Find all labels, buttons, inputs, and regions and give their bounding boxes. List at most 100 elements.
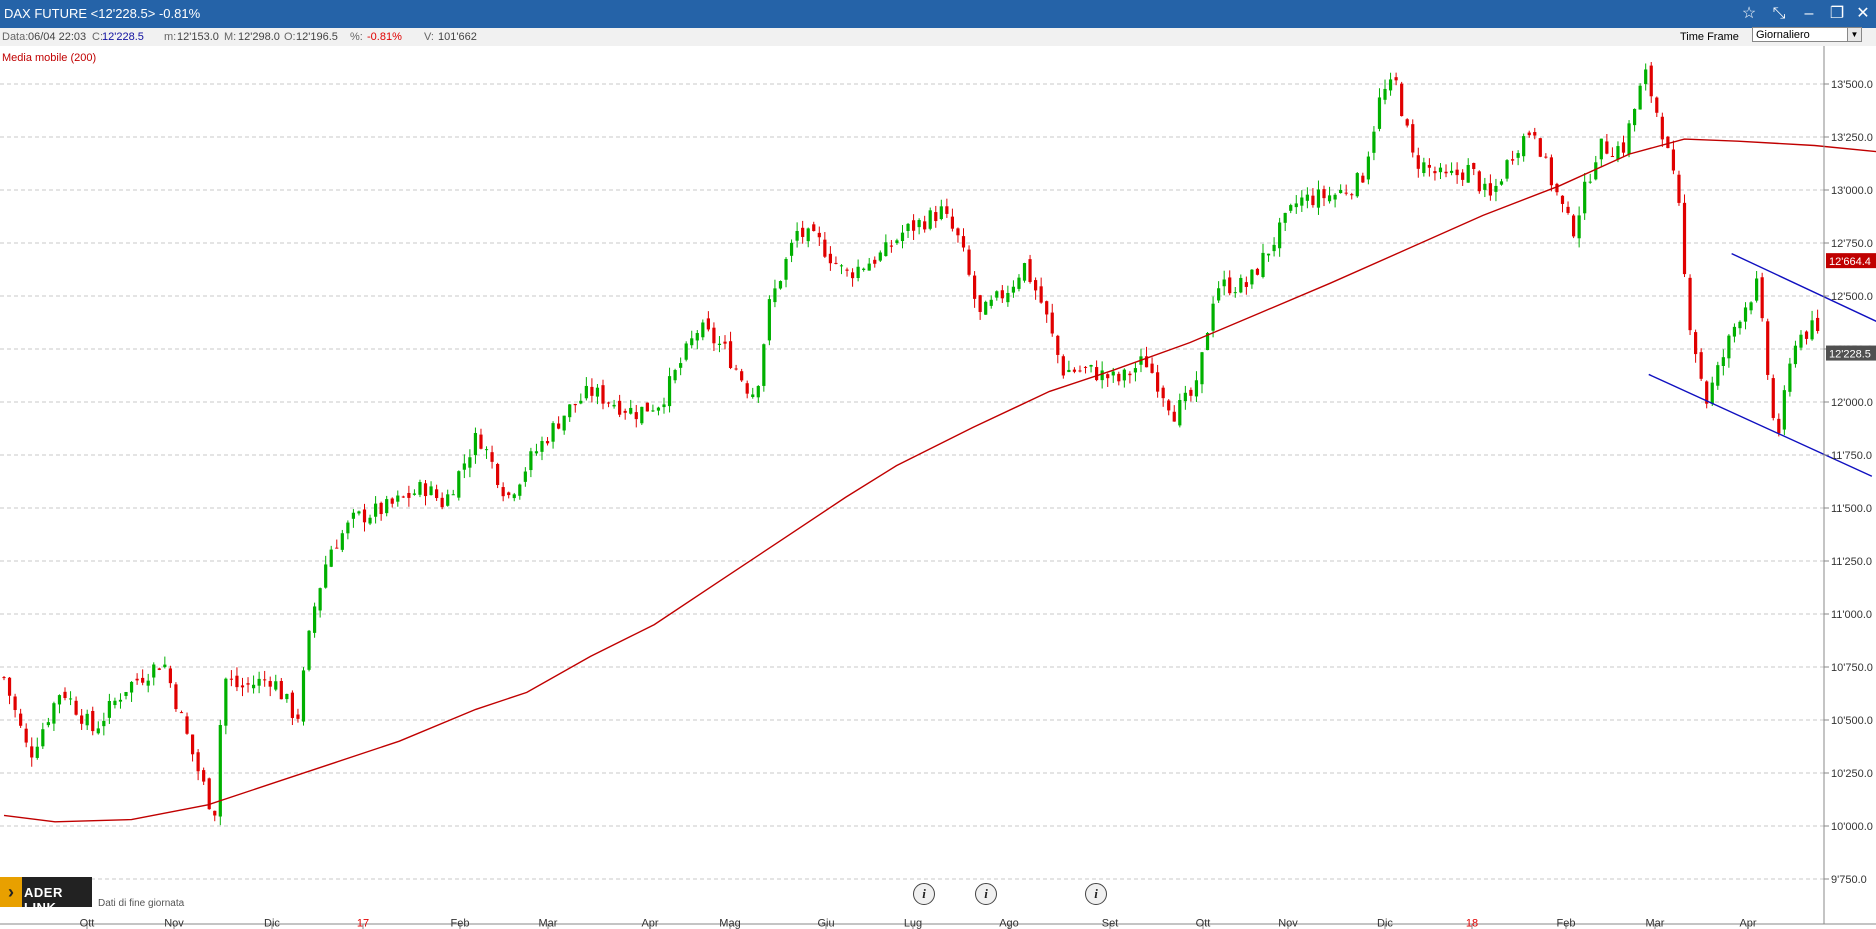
- date-value: 06/04 22:03: [28, 31, 87, 43]
- candle-body: [412, 493, 417, 495]
- candle-body: [695, 333, 699, 341]
- candle-body: [778, 281, 783, 289]
- candle-body: [889, 245, 893, 247]
- star-icon[interactable]: ☆: [1736, 2, 1762, 26]
- candle-body: [268, 681, 272, 687]
- candle-body: [246, 683, 250, 685]
- candle-body: [745, 383, 749, 394]
- candle-body: [1039, 286, 1043, 303]
- candle-body: [1122, 369, 1126, 381]
- close-icon[interactable]: ✕: [1850, 2, 1876, 26]
- candle-body: [46, 722, 50, 726]
- candle-body: [290, 692, 295, 718]
- candle-body: [978, 295, 982, 312]
- candle-body: [1760, 277, 1764, 319]
- info-icon[interactable]: i: [1085, 883, 1107, 905]
- candle-body: [107, 701, 111, 718]
- candle-body: [1411, 124, 1415, 153]
- candle-body: [152, 664, 156, 678]
- candle-body: [346, 522, 350, 534]
- candle-body: [645, 402, 649, 412]
- candle-body: [900, 232, 905, 242]
- volume-value: 101'662: [438, 31, 477, 43]
- candle-body: [1727, 335, 1731, 359]
- candle-body: [1327, 195, 1332, 202]
- candle-body: [612, 404, 616, 407]
- candle-body: [1056, 335, 1060, 355]
- candle-body: [335, 547, 339, 549]
- candle-body: [168, 668, 172, 684]
- candle-body: [1239, 277, 1243, 293]
- candle-body: [7, 677, 12, 696]
- candle-body: [418, 482, 422, 495]
- candle-body: [379, 502, 383, 515]
- x-tick-label: Dic: [264, 918, 280, 929]
- candle-body: [1294, 203, 1298, 208]
- candle-body: [756, 386, 760, 398]
- candle-body: [1566, 206, 1570, 213]
- candle-body: [512, 494, 516, 499]
- candle-body: [823, 239, 827, 257]
- candle-body: [1305, 194, 1309, 201]
- candle-body: [917, 220, 921, 228]
- candle-body: [1677, 174, 1681, 203]
- candle-body: [1777, 418, 1781, 434]
- candle-body: [385, 499, 389, 514]
- candle-body: [373, 503, 378, 517]
- y-tick-label: 10'500.0: [1831, 715, 1873, 727]
- candle-body: [1477, 171, 1481, 192]
- candle-body: [1311, 195, 1315, 206]
- candle-body: [1100, 370, 1104, 381]
- candle-body: [762, 344, 766, 386]
- minimize-icon[interactable]: –: [1796, 2, 1822, 26]
- timeframe-select[interactable]: Giornaliero ▼: [1752, 27, 1862, 42]
- candle-body: [1333, 194, 1337, 200]
- candle-body: [157, 668, 161, 670]
- candle-body: [928, 210, 932, 229]
- y-tick-label: 10'750.0: [1831, 662, 1873, 674]
- candle-body: [1627, 123, 1631, 155]
- low-label: m:: [164, 31, 177, 43]
- candle-body: [1732, 326, 1737, 337]
- candle-body: [989, 299, 993, 306]
- candle-body: [484, 449, 489, 451]
- pin-icon[interactable]: ⤡: [1766, 2, 1792, 26]
- last-price-tag: 12'228.5: [1829, 349, 1871, 361]
- candle-body: [1444, 171, 1448, 174]
- candle-body: [1694, 332, 1698, 355]
- candle-body: [457, 471, 461, 498]
- candle-body: [568, 404, 572, 418]
- candle-body: [1072, 369, 1077, 372]
- candle-body: [174, 684, 178, 710]
- chevron-down-icon[interactable]: ▼: [1847, 28, 1861, 41]
- candle-body: [595, 387, 600, 397]
- restore-icon[interactable]: ❐: [1824, 2, 1850, 26]
- candle-body: [1416, 155, 1420, 169]
- candle-body: [468, 457, 472, 468]
- candle-body: [1344, 192, 1348, 194]
- candle-body: [950, 216, 955, 229]
- candle-body: [1355, 173, 1359, 197]
- info-icon[interactable]: i: [913, 883, 935, 905]
- candle-body: [1211, 303, 1215, 331]
- candle-body: [1194, 380, 1199, 397]
- candle-body: [41, 729, 45, 747]
- candle-body: [1255, 268, 1260, 275]
- candle-body: [1422, 162, 1426, 174]
- candle-body: [1028, 259, 1032, 282]
- candle-body: [862, 268, 866, 270]
- candle-body: [102, 720, 106, 727]
- end-of-day-note: Dati di fine giornata: [98, 898, 185, 909]
- x-tick-label: Lug: [904, 918, 922, 929]
- candle-body: [451, 494, 455, 496]
- candle-body: [396, 495, 400, 502]
- candle-body: [1377, 97, 1382, 129]
- info-icon[interactable]: i: [975, 883, 997, 905]
- candle-body: [1716, 365, 1720, 386]
- price-chart[interactable]: 9'750.0 10'000.0 10'250.0 10'500.0 10'750.0 1…: [0, 46, 1876, 929]
- candle-body: [1666, 136, 1670, 149]
- timeframe-label: Time Frame: [1680, 31, 1739, 43]
- candle-body: [839, 265, 844, 267]
- x-tick-label: Giu: [817, 918, 834, 929]
- x-tick-label: Set: [1102, 918, 1119, 929]
